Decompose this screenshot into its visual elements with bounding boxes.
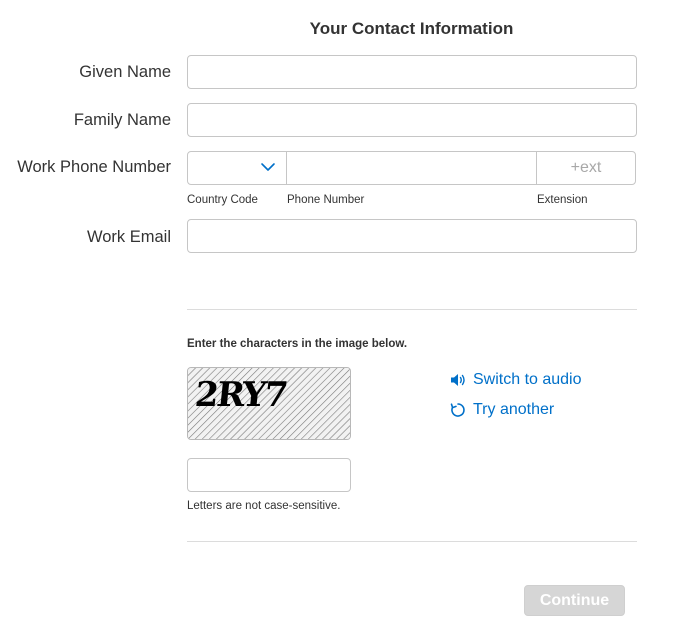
try-another-link[interactable]: Try another — [449, 399, 554, 421]
page-title: Your Contact Information — [309, 19, 514, 38]
footer-divider — [187, 541, 637, 542]
extension-input[interactable] — [537, 152, 635, 184]
extension-segment — [537, 152, 635, 184]
phone-number-sublabel: Phone Number — [287, 194, 365, 206]
switch-to-audio-link[interactable]: Switch to audio — [449, 369, 582, 391]
work-email-label: Work Email — [86, 228, 171, 246]
given-name-label: Given Name — [79, 63, 171, 81]
speaker-icon — [451, 374, 465, 386]
captcha-answer-input[interactable] — [187, 458, 351, 492]
captcha-prompt: Enter the characters in the image below. — [187, 338, 408, 350]
captcha-characters: 2RY7 — [193, 375, 288, 415]
phone-number-segment — [287, 152, 537, 184]
try-another-label[interactable]: Try another — [473, 401, 554, 419]
work-phone-label: Work Phone Number — [17, 158, 171, 176]
given-name-input[interactable] — [187, 55, 637, 89]
chevron-down-icon[interactable] — [260, 159, 276, 175]
refresh-icon — [450, 403, 465, 417]
family-name-label: Family Name — [73, 111, 171, 129]
continue-button[interactable]: Continue — [524, 585, 625, 616]
switch-to-audio-label[interactable]: Switch to audio — [473, 371, 582, 389]
phone-number-input[interactable] — [287, 152, 536, 184]
extension-sublabel: Extension — [537, 194, 588, 206]
section-divider — [187, 309, 637, 310]
work-phone-group — [187, 151, 636, 185]
captcha-image-graphic: 2RY7 — [188, 368, 350, 439]
country-code-select[interactable] — [188, 152, 287, 184]
country-code-sublabel: Country Code — [187, 194, 258, 206]
case-hint: Letters are not case-sensitive. — [187, 500, 341, 512]
family-name-input[interactable] — [187, 103, 637, 137]
work-email-input[interactable] — [187, 219, 637, 253]
captcha-image: 2RY7 — [187, 367, 351, 440]
